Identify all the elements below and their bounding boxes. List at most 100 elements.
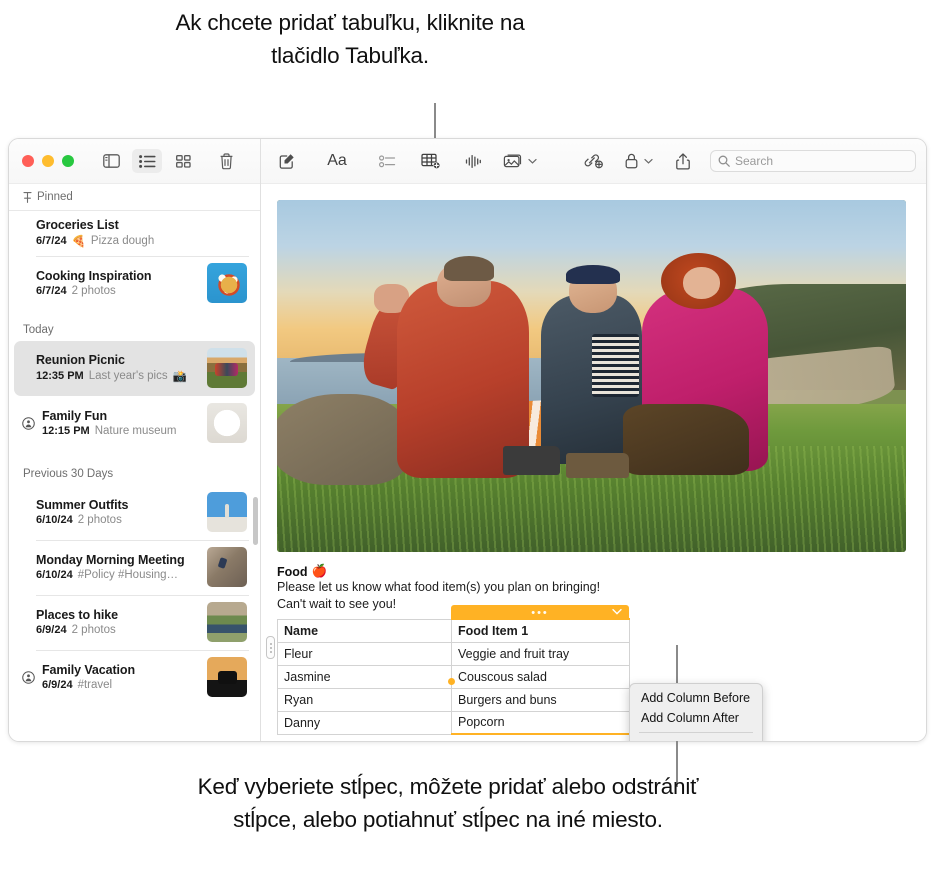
chevron-down-icon[interactable] (644, 158, 653, 165)
note-list[interactable]: Pinned Groceries List 6/7/24 🍕 Pizza dou… (9, 184, 260, 741)
note-preview: #Policy #Housing… (77, 569, 179, 581)
search-icon (718, 155, 730, 167)
note-item-monday-morning-meeting[interactable]: Monday Morning Meeting 6/10/24 #Policy #… (14, 540, 255, 595)
note-thumbnail (207, 657, 247, 697)
sidebar-toggle-icon[interactable] (96, 149, 126, 173)
list-view-icon[interactable] (132, 149, 162, 173)
table-icon[interactable] (417, 148, 445, 174)
note-title: Groceries List (36, 218, 119, 232)
chevron-down-icon[interactable] (612, 608, 622, 616)
note-table-wrapper[interactable]: ••• Name Food Item 1 Fleur Veggie and fr… (266, 605, 763, 741)
search-input[interactable]: Search (710, 150, 916, 172)
table-cell[interactable]: Fleur (277, 641, 452, 666)
section-label: Pinned (37, 191, 73, 203)
table-cell[interactable]: Couscous salad (451, 664, 630, 689)
table-cell[interactable]: Veggie and fruit tray (451, 641, 630, 666)
note-date: 6/10/24 (36, 569, 73, 581)
table-cell[interactable]: Jasmine (277, 664, 452, 689)
note-item-groceries-list[interactable]: Groceries List 6/7/24 🍕 Pizza dough (14, 211, 255, 256)
table-row: Jasmine Couscous salad (277, 664, 630, 689)
sidebar: Pinned Groceries List 6/7/24 🍕 Pizza dou… (9, 139, 261, 741)
section-header-today: Today (9, 311, 260, 341)
note-title: Family Vacation (42, 663, 135, 677)
note-date: 6/9/24 (42, 679, 73, 691)
pin-icon (23, 191, 32, 203)
note-preview: 2 photos (71, 285, 116, 297)
table-header-cell[interactable]: Name (277, 618, 452, 643)
note-item-summer-outfits[interactable]: Summer Outfits 6/10/24 2 photos (14, 485, 255, 540)
table-column-resize-dot[interactable] (448, 678, 455, 685)
column-handle-dots: ••• (531, 606, 549, 619)
column-context-menu[interactable]: Add Column Before Add Column After Delet… (629, 683, 763, 741)
table-header-cell[interactable]: Food Item 1 (451, 618, 630, 643)
lock-icon[interactable] (625, 148, 653, 174)
search-placeholder: Search (735, 154, 774, 168)
maximize-button[interactable] (62, 155, 74, 167)
note-preview: 2 photos (77, 514, 122, 526)
section-header-pinned: Pinned (9, 184, 260, 211)
note-item-family-vacation[interactable]: Family Vacation 6/9/24 #travel (14, 650, 255, 705)
note-date: 12:15 PM (42, 425, 90, 437)
checklist-icon[interactable] (373, 148, 401, 174)
menu-item-delete-column[interactable]: Delete Column (630, 737, 762, 741)
table-cell[interactable]: Ryan (277, 687, 452, 712)
notes-app-window: Pinned Groceries List 6/7/24 🍕 Pizza dou… (8, 138, 927, 742)
callout-top-text: Ak chcete pridať tabuľku, kliknite na tl… (175, 10, 525, 68)
note-preview: Pizza dough (90, 235, 155, 247)
note-thumbnail (207, 263, 247, 303)
note-title: Places to hike (36, 608, 118, 622)
note-toolbar: Aa Search (261, 139, 926, 184)
table-column-handle-selected[interactable]: ••• (451, 605, 629, 620)
note-date: 6/10/24 (36, 514, 73, 526)
note-title: Summer Outfits (36, 498, 129, 512)
note-item-family-fun[interactable]: Family Fun 12:15 PM Nature museum (14, 396, 255, 451)
heading-text: Food (277, 564, 308, 579)
note-table[interactable]: Name Food Item 1 Fleur Veggie and fruit … (277, 618, 630, 735)
note-emoji: 🍕 (71, 236, 86, 248)
shared-note-icon (22, 670, 35, 684)
table-cell[interactable]: Popcorn (451, 710, 630, 735)
note-title: Reunion Picnic (36, 353, 125, 367)
section-label: Previous 30 Days (23, 468, 114, 480)
note-item-cooking-inspiration[interactable]: Cooking Inspiration 6/7/24 2 photos (14, 256, 255, 311)
note-date: 6/7/24 (36, 235, 67, 247)
media-icon[interactable] (503, 148, 537, 174)
note-preview: Last year's pics (88, 370, 168, 382)
note-photo[interactable] (277, 200, 906, 552)
chevron-down-icon[interactable] (528, 158, 537, 165)
note-thumbnail (207, 492, 247, 532)
link-icon[interactable] (579, 148, 607, 174)
section-label: Today (23, 324, 54, 336)
main-pane: Aa Search Food 🍎 Please let us know what… (261, 139, 926, 741)
note-content[interactable]: Food 🍎 Please let us know what food item… (261, 184, 926, 741)
note-thumbnail (207, 403, 247, 443)
table-cell[interactable]: Burgers and buns (451, 687, 630, 712)
table-header-row: Name Food Item 1 (277, 618, 630, 643)
note-thumbnail (207, 547, 247, 587)
note-preview: #travel (77, 679, 113, 691)
delete-icon[interactable] (211, 149, 241, 173)
menu-item-add-column-after[interactable]: Add Column After (630, 708, 762, 728)
minimize-button[interactable] (42, 155, 54, 167)
table-row-handle[interactable] (266, 636, 275, 659)
note-paragraph-1: Please let us know what food item(s) you… (277, 580, 601, 594)
table-cell[interactable]: Danny (277, 710, 452, 735)
note-item-reunion-picnic[interactable]: Reunion Picnic 12:35 PM Last year's pics… (14, 341, 255, 396)
note-date: 12:35 PM (36, 370, 84, 382)
note-item-places-to-hike[interactable]: Places to hike 6/9/24 2 photos (14, 595, 255, 650)
audio-recording-icon[interactable] (459, 148, 487, 174)
table-row: Fleur Veggie and fruit tray (277, 641, 630, 666)
note-date: 6/9/24 (36, 624, 67, 636)
share-icon[interactable] (669, 148, 697, 174)
menu-item-add-column-before[interactable]: Add Column Before (630, 688, 762, 708)
note-date: 6/7/24 (36, 285, 67, 297)
note-title: Family Fun (42, 409, 107, 423)
close-button[interactable] (22, 155, 34, 167)
window-controls (22, 155, 74, 167)
callout-bottom-text: Keď vyberiete stĺpec, môžete pridať aleb… (197, 774, 699, 832)
sidebar-scrollbar[interactable] (253, 497, 258, 545)
compose-icon[interactable] (273, 148, 301, 174)
gallery-view-icon[interactable] (168, 149, 198, 173)
note-preview: 2 photos (71, 624, 116, 636)
format-text-button[interactable]: Aa (323, 148, 351, 174)
